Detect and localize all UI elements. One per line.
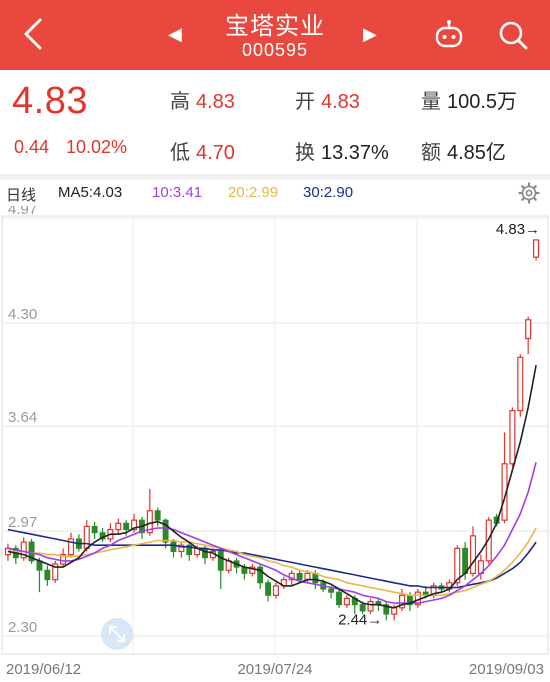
- ma30-legend: 30:2.90: [303, 184, 354, 201]
- ma5-legend: MA5:4.03: [58, 184, 123, 201]
- stock-code: 000595: [241, 40, 309, 60]
- next-stock-button[interactable]: ▶: [363, 24, 377, 45]
- candle-body: [154, 510, 161, 521]
- candle-body: [533, 239, 540, 258]
- candle-body: [509, 409, 516, 465]
- candle-body: [217, 550, 224, 571]
- turnover-stat: 换 13.37%: [295, 142, 389, 164]
- candlestick-chart[interactable]: 4.97 4.30 3.64 2.97 2.30 2019/06/12 2019/07/2…: [0, 206, 550, 682]
- y-tick-label: 4.97: [8, 206, 37, 218]
- candle-body: [202, 547, 208, 559]
- candle-body: [367, 600, 374, 612]
- current-price: 4.83: [12, 80, 88, 122]
- robot-icon[interactable]: [432, 18, 466, 52]
- ma10-legend: 10:3.41: [152, 184, 203, 201]
- high-stat: 高 4.83: [170, 91, 235, 113]
- amount-stat: 额 4.85亿: [421, 142, 506, 164]
- candle-body: [170, 541, 177, 552]
- open-stat: 开 4.83: [295, 91, 360, 113]
- candle-body: [91, 525, 98, 534]
- search-icon[interactable]: [496, 18, 530, 52]
- price-change: 0.44: [14, 137, 50, 157]
- y-tick-label: 2.97: [8, 514, 37, 531]
- top-nav-bar: ◀ 宝塔实业 000595 ▶: [0, 0, 550, 70]
- y-tick-label: 3.64: [8, 409, 37, 426]
- gear-icon[interactable]: [518, 182, 540, 204]
- candle-body: [44, 569, 51, 581]
- x-tick-label: 2019/07/24: [237, 661, 312, 678]
- max-price-annotation: 4.83→: [496, 221, 540, 238]
- candle-body: [391, 607, 398, 615]
- candle-body: [83, 525, 90, 549]
- y-axis-labels: 4.97 4.30 3.64 2.97 2.30: [8, 206, 37, 636]
- quote-panel: 4.83 0.44 10.02% 高 4.83 开 4.83 量 100.5万 低 4.…: [0, 70, 550, 174]
- min-price-annotation: 2.44→: [338, 611, 382, 628]
- ma-legend: 日线 MA5:4.03 10:3.41 20:2.99 30:2.90: [0, 180, 550, 206]
- candle-body: [115, 522, 122, 531]
- ma20-legend: 20:2.99: [228, 184, 279, 201]
- candle-body: [525, 319, 532, 340]
- stock-name: 宝塔实业: [225, 13, 325, 40]
- volume-stat: 量 100.5万: [421, 91, 518, 113]
- price-change-pct: 10.02%: [66, 137, 128, 157]
- y-tick-label: 4.30: [8, 306, 37, 323]
- candle-body: [469, 535, 477, 574]
- candle-body: [123, 522, 130, 531]
- x-tick-label: 2019/09/03: [469, 661, 544, 678]
- candle-body: [296, 572, 303, 581]
- low-stat: 低 4.70: [170, 142, 235, 164]
- candle-body: [304, 572, 311, 581]
- x-tick-label: 2019/06/12: [6, 661, 81, 678]
- candle-body: [517, 356, 524, 412]
- expand-chart-button[interactable]: [101, 618, 133, 650]
- candle-body: [462, 547, 469, 574]
- candle-body: [336, 591, 342, 606]
- candle-body: [343, 597, 350, 606]
- candle-body: [265, 582, 272, 596]
- candles-layer: [4, 239, 540, 621]
- candle-body: [272, 585, 279, 596]
- candle-body: [328, 588, 335, 593]
- x-axis-labels: 2019/06/12 2019/07/24 2019/09/03: [6, 661, 544, 678]
- period-label[interactable]: 日线: [6, 184, 36, 205]
- candle-body: [359, 604, 366, 612]
- y-tick-label: 2.30: [8, 619, 37, 636]
